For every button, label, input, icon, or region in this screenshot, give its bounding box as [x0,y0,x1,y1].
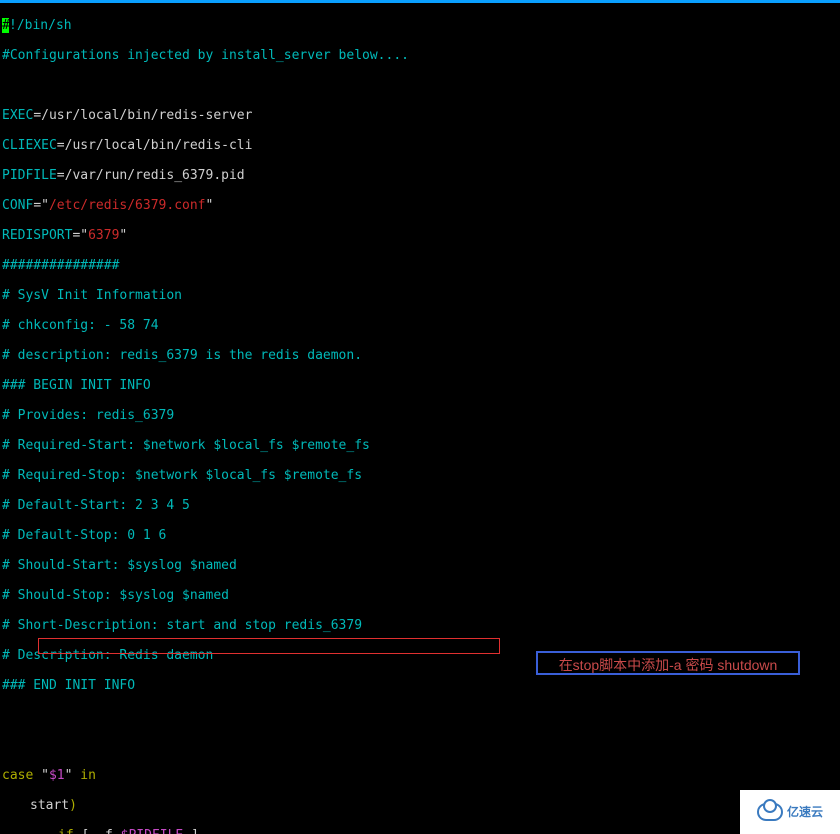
watermark-logo: 亿速云 [740,790,840,834]
terminal-code-view: #!/bin/sh #Configurations injected by in… [0,3,840,834]
logo-text: 亿速云 [787,805,823,820]
annotation-box: 在stop脚本中添加-a 密码 shutdown [536,651,800,675]
shebang: !/bin/sh [9,18,72,33]
cloud-icon [757,803,783,821]
comment-config: #Configurations injected by install_serv… [2,48,838,63]
cursor: # [2,18,9,33]
